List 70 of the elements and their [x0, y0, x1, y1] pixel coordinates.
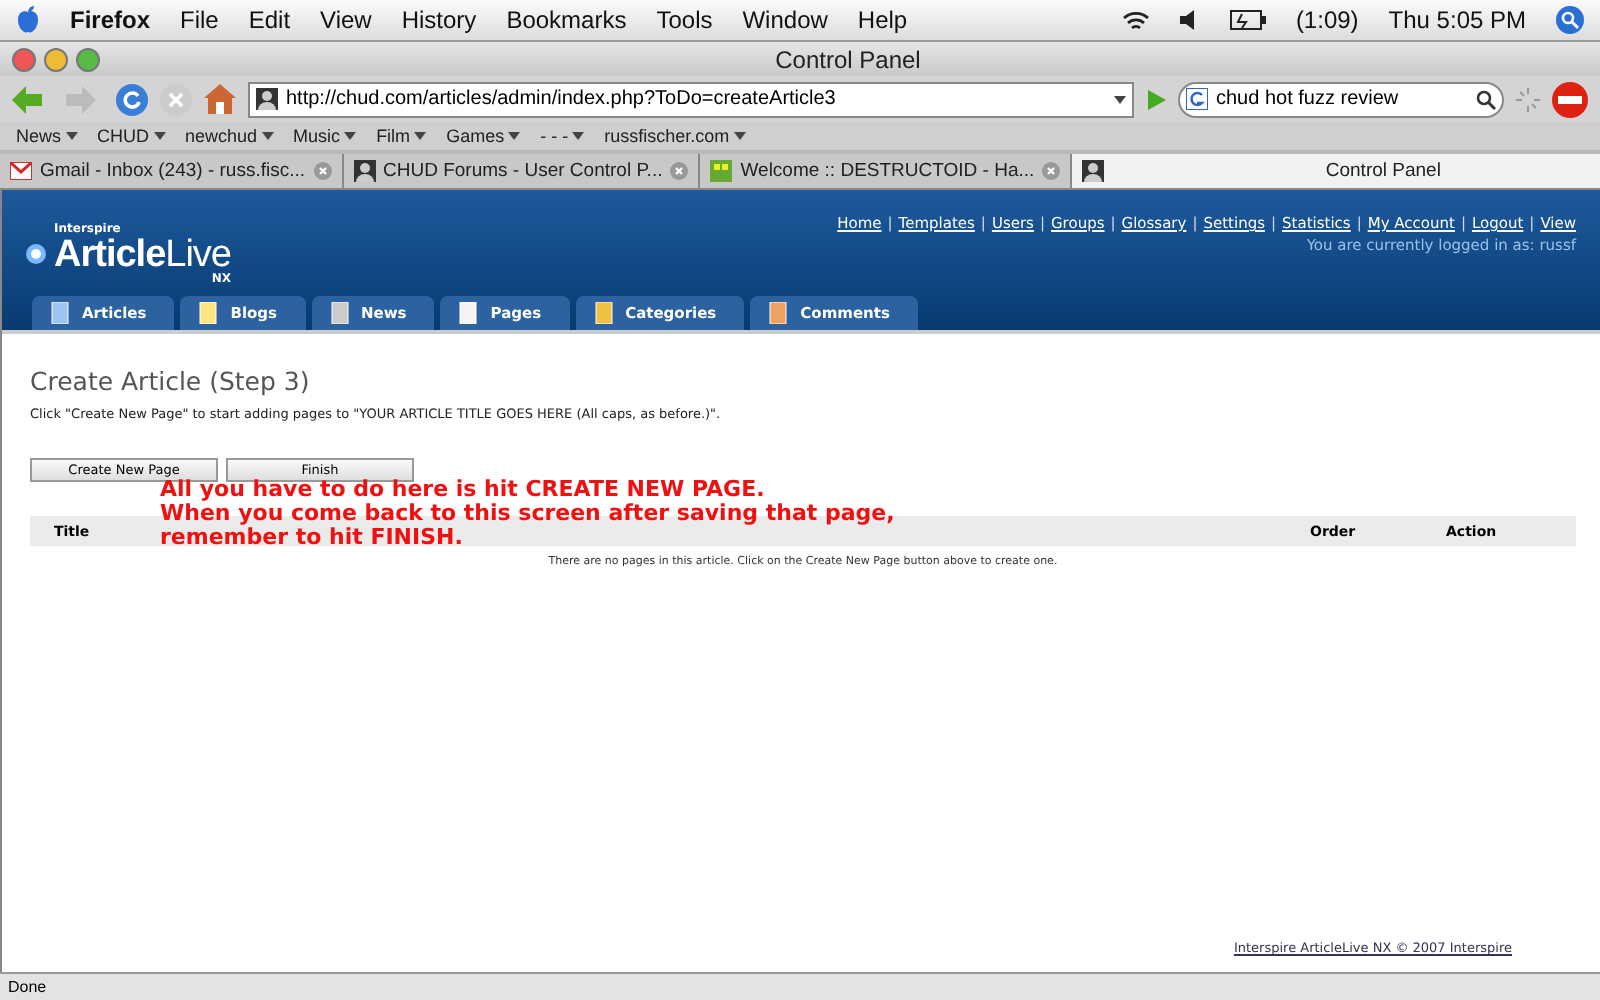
letter-g-icon — [1186, 88, 1208, 110]
close-icon[interactable] — [313, 162, 332, 180]
bookmark-folder[interactable]: newchud — [185, 126, 274, 146]
search-field[interactable]: chud hot fuzz review — [1178, 81, 1504, 117]
reload-icon[interactable] — [116, 83, 148, 115]
annotation-text: When you come back to this screen after saving that page, — [160, 502, 895, 526]
bookmark-folder[interactable]: Music — [293, 126, 357, 146]
stop-sign-icon[interactable] — [1552, 81, 1588, 117]
close-icon[interactable] — [1042, 162, 1061, 180]
grid-icon — [710, 160, 733, 182]
page-icon — [458, 302, 479, 324]
minimize-window-button[interactable] — [44, 47, 68, 71]
status-bar: Done — [0, 972, 1600, 1000]
battery-time: (1:09) — [1295, 6, 1359, 34]
battery-icon[interactable] — [1229, 10, 1266, 30]
annotation-text: All you have to do here is hit CREATE NEW PAGE. — [160, 478, 767, 502]
caret-icon — [414, 132, 427, 140]
envelope-icon — [10, 162, 32, 180]
window-title: Control Panel — [773, 45, 923, 73]
go-arrow-icon[interactable] — [1146, 89, 1166, 109]
bookmark-folder[interactable]: News — [16, 126, 78, 146]
browser-tab[interactable]: CHUD Forums - User Control P... — [343, 154, 701, 188]
browser-tab[interactable]: Welcome :: DESTRUCTOID - Ha... — [700, 154, 1073, 188]
caret-icon — [1114, 95, 1126, 103]
page-icon — [198, 302, 219, 324]
caret-icon — [65, 132, 78, 140]
portrait-icon — [1082, 160, 1105, 182]
page-icon — [329, 302, 350, 324]
menu-item[interactable]: File — [180, 6, 219, 34]
menu-clock[interactable]: Thu 5:05 PM — [1388, 6, 1526, 34]
menu-item[interactable]: Edit — [248, 6, 291, 34]
page-heading: Create Article (Step 3) — [30, 366, 312, 396]
brand-name: ArticleLive — [54, 235, 231, 273]
menu-item[interactable]: View — [320, 6, 372, 34]
menu-item[interactable]: Window — [742, 6, 828, 34]
page-icon — [50, 302, 70, 324]
caret-icon — [261, 132, 274, 140]
close-window-button[interactable] — [12, 47, 36, 71]
portrait-icon — [256, 88, 278, 110]
menu-item[interactable]: Bookmarks — [506, 6, 627, 34]
portrait-icon — [353, 160, 376, 182]
glowing-dot-icon — [26, 244, 46, 264]
browser-tab[interactable]: Control Panel — [1072, 154, 1600, 188]
url-field[interactable]: http://chud.com/articles/admin/index.php?ToDo=createArticle3 — [248, 81, 1134, 117]
annotation-text: remember to hit FINISH. — [160, 526, 465, 550]
bookmark-folder[interactable]: Film — [376, 126, 427, 146]
bookmark-folder[interactable]: CHUD — [97, 126, 166, 146]
caret-icon — [572, 132, 585, 140]
bookmark-folder[interactable]: Games — [446, 126, 521, 146]
close-icon[interactable] — [670, 162, 689, 180]
bookmark-folder[interactable]: - - - — [540, 126, 585, 146]
caret-icon — [153, 132, 166, 140]
caret-icon — [508, 132, 521, 140]
caret-icon — [344, 132, 357, 140]
menu-item[interactable]: Help — [857, 6, 908, 34]
page-icon — [768, 302, 789, 324]
zoom-window-button[interactable] — [76, 47, 100, 71]
apple-icon[interactable] — [16, 6, 40, 34]
page-icon — [593, 302, 614, 324]
browser-tab[interactable]: Gmail - Inbox (243) - russ.fisc... — [0, 154, 344, 188]
menu-item[interactable]: Tools — [656, 6, 713, 34]
home-icon[interactable] — [204, 84, 236, 114]
app-menu[interactable]: Firefox — [70, 6, 151, 34]
menu-item[interactable]: History — [401, 6, 477, 34]
search-icon[interactable] — [1476, 89, 1496, 109]
spinner-icon — [1516, 87, 1540, 111]
caret-icon — [733, 132, 746, 140]
speaker-icon[interactable] — [1179, 10, 1200, 30]
wifi-icon[interactable] — [1121, 9, 1150, 31]
bookmark-folder[interactable]: russfischer.com — [604, 126, 746, 146]
